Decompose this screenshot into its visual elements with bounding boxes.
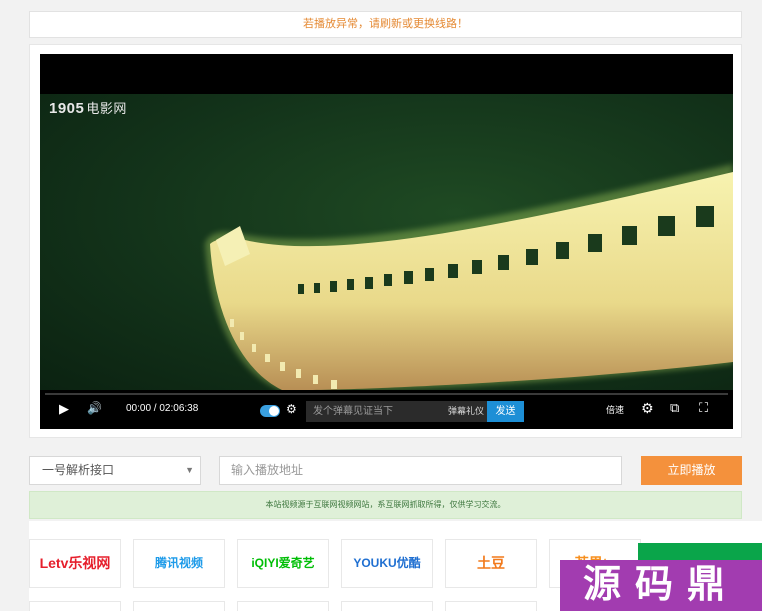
channel-logo-mark: 1905 [49, 100, 85, 117]
volume-icon[interactable]: 🔊 [87, 401, 102, 415]
platform-tencent[interactable]: 腾讯视频 [133, 539, 225, 588]
danmaku-toggle[interactable] [260, 405, 280, 417]
platform-card[interactable] [237, 601, 329, 611]
pip-icon[interactable]: ⧉ [670, 400, 679, 416]
player-controls: ▶ 🔊 00:00 / 02:06:38 ⚙ 发个弹幕见证当下 弹幕礼仪 发送 … [40, 390, 733, 429]
channel-logo-name: 电影网 [86, 101, 127, 116]
player-card: 1905 电影网 ▶ 🔊 00:00 / 02:06:38 ⚙ 发个弹幕见证当下 … [29, 44, 742, 438]
danmaku-settings-icon[interactable]: ⚙ [286, 402, 297, 416]
platform-card[interactable] [133, 601, 225, 611]
chevron-down-icon: ▼ [185, 465, 194, 475]
film-strip-image [205, 164, 733, 390]
parser-select[interactable]: 一号解析接口 ▼ [29, 456, 201, 485]
speed-button[interactable]: 倍速 [606, 403, 624, 416]
send-button[interactable]: 发送 [487, 401, 524, 422]
play-icon[interactable]: ▶ [59, 401, 69, 417]
platform-card[interactable] [445, 601, 537, 611]
platform-card[interactable] [341, 601, 433, 611]
video-frame[interactable]: 1905 电影网 [40, 94, 733, 390]
watermark: 源码鼎 [560, 560, 762, 611]
url-input[interactable]: 输入播放地址 [219, 456, 622, 485]
settings-icon[interactable]: ⚙ [641, 400, 654, 417]
play-now-button[interactable]: 立即播放 [641, 456, 742, 485]
channel-logo: 1905 电影网 [49, 98, 127, 117]
notice-banner: 若播放异常，请刷新或更换线路！ [29, 11, 742, 38]
parser-select-value: 一号解析接口 [42, 463, 115, 477]
platform-card[interactable] [29, 601, 121, 611]
video-player[interactable]: 1905 电影网 ▶ 🔊 00:00 / 02:06:38 ⚙ 发个弹幕见证当下 … [40, 54, 733, 429]
platform-tudou[interactable]: 土豆 [445, 539, 537, 588]
progress-bar[interactable] [45, 393, 728, 395]
platform-iqiyi[interactable]: iQIYI爱奇艺 [237, 539, 329, 588]
platform-youku[interactable]: YOUKU优酷 [341, 539, 433, 588]
disclaimer-bar: 本站视频源于互联网视频网站，系互联网抓取所得，仅供学习交流。 [29, 491, 742, 519]
danmaku-gift-link[interactable]: 弹幕礼仪 [448, 401, 484, 422]
platform-letv[interactable]: Letv乐视网 [29, 539, 121, 588]
fullscreen-icon[interactable]: ⛶ [699, 400, 708, 416]
time-display: 00:00 / 02:06:38 [126, 403, 199, 414]
